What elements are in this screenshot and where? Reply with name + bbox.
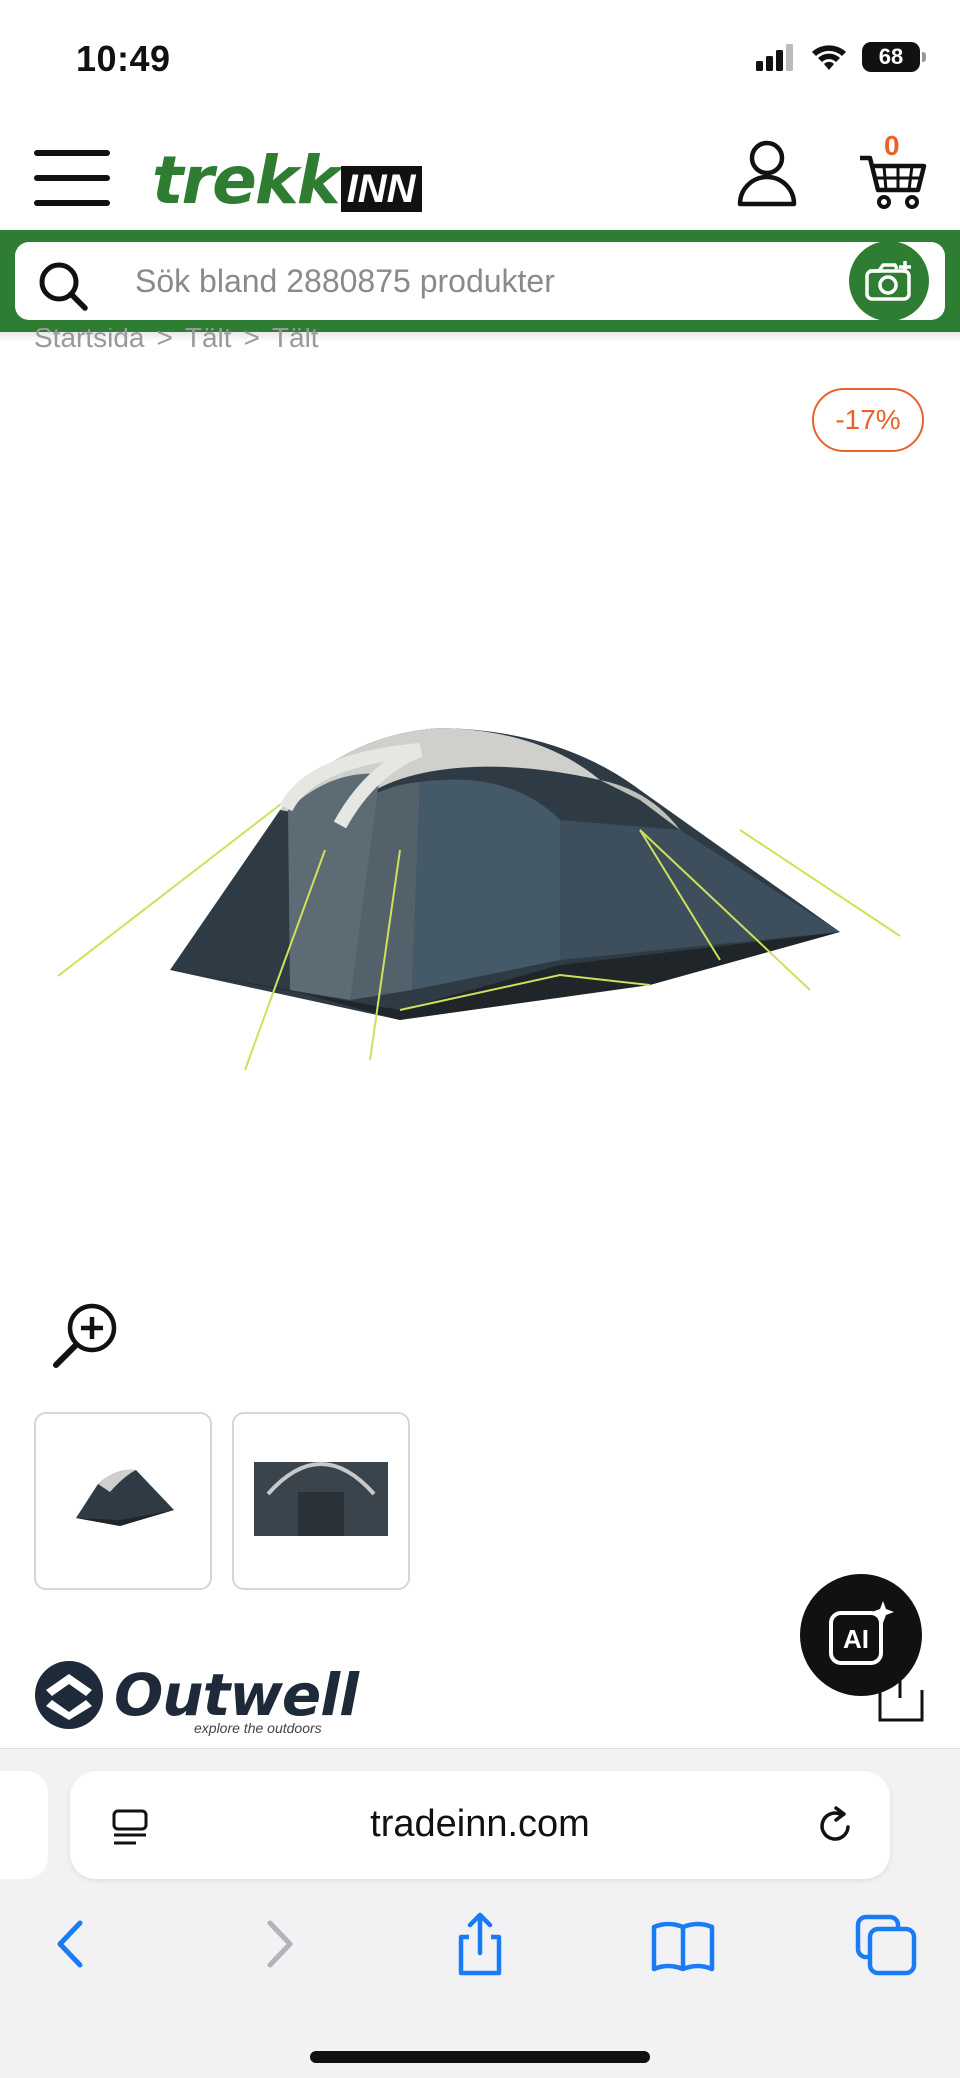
bookmarks-icon[interactable] <box>648 1909 718 1979</box>
search-icon[interactable] <box>33 256 93 316</box>
url-text[interactable]: tradeinn.com <box>70 1803 890 1846</box>
wifi-icon <box>812 45 846 70</box>
logo-accent: INN <box>340 165 422 212</box>
product-thumbnail[interactable] <box>232 1412 410 1590</box>
user-icon[interactable] <box>736 138 798 208</box>
breadcrumb-home[interactable]: Startsida <box>34 328 145 358</box>
product-thumbnail[interactable] <box>34 1412 212 1590</box>
browser-nav-row <box>0 1909 960 1989</box>
back-icon[interactable] <box>36 1909 106 1979</box>
logo-text: trekk <box>152 142 341 219</box>
menu-icon[interactable] <box>34 150 110 206</box>
thumbnail-tent-image <box>76 1469 174 1526</box>
status-indicators: 68 <box>756 42 926 72</box>
brand-tagline: explore the outdoors <box>194 1720 322 1736</box>
tabs-icon[interactable] <box>852 1909 922 1979</box>
site-logo[interactable]: trekk INN <box>152 142 422 219</box>
search-bar <box>0 230 960 332</box>
thumbnail-interior-image <box>254 1462 388 1536</box>
breadcrumb-subcategory[interactable]: Tält <box>272 328 319 358</box>
site-header: trekk INN 0 <box>0 120 960 230</box>
signal-icon <box>756 44 793 71</box>
search-input[interactable] <box>135 256 835 306</box>
forward-icon[interactable] <box>244 1909 314 1979</box>
ai-label: AI <box>843 1624 869 1654</box>
address-bar[interactable]: tradeinn.com <box>70 1771 890 1879</box>
battery-indicator: 68 <box>862 42 926 72</box>
camera-icon <box>865 261 911 301</box>
breadcrumb-category[interactable]: Tält <box>185 328 232 358</box>
product-image[interactable] <box>40 690 920 1090</box>
home-indicator <box>310 2051 650 2063</box>
reload-icon[interactable] <box>814 1805 856 1847</box>
search-box[interactable] <box>15 241 945 321</box>
share-icon[interactable] <box>445 1909 515 1979</box>
status-bar: 10:49 68 <box>0 0 960 120</box>
browser-toolbar: tradeinn.com <box>0 1748 960 2078</box>
breadcrumb-separator: > <box>243 328 260 353</box>
ai-icon: AI <box>829 1601 894 1665</box>
breadcrumb-separator: > <box>156 328 173 353</box>
brand-logo-icon <box>35 1661 103 1729</box>
brand-name: Outwell <box>114 1661 359 1729</box>
status-time: 10:49 <box>76 38 171 79</box>
previous-tab-preview[interactable] <box>0 1771 48 1879</box>
breadcrumb: Startsida > Tält > Tält <box>34 328 319 358</box>
share-outline-icon <box>878 1678 924 1722</box>
camera-search-button[interactable] <box>849 241 929 321</box>
discount-badge: -17% <box>812 388 924 452</box>
cart-icon[interactable] <box>858 144 928 214</box>
zoom-in-icon[interactable] <box>50 1298 122 1370</box>
brand-logo[interactable]: Outwell explore the outdoors <box>34 1660 359 1736</box>
